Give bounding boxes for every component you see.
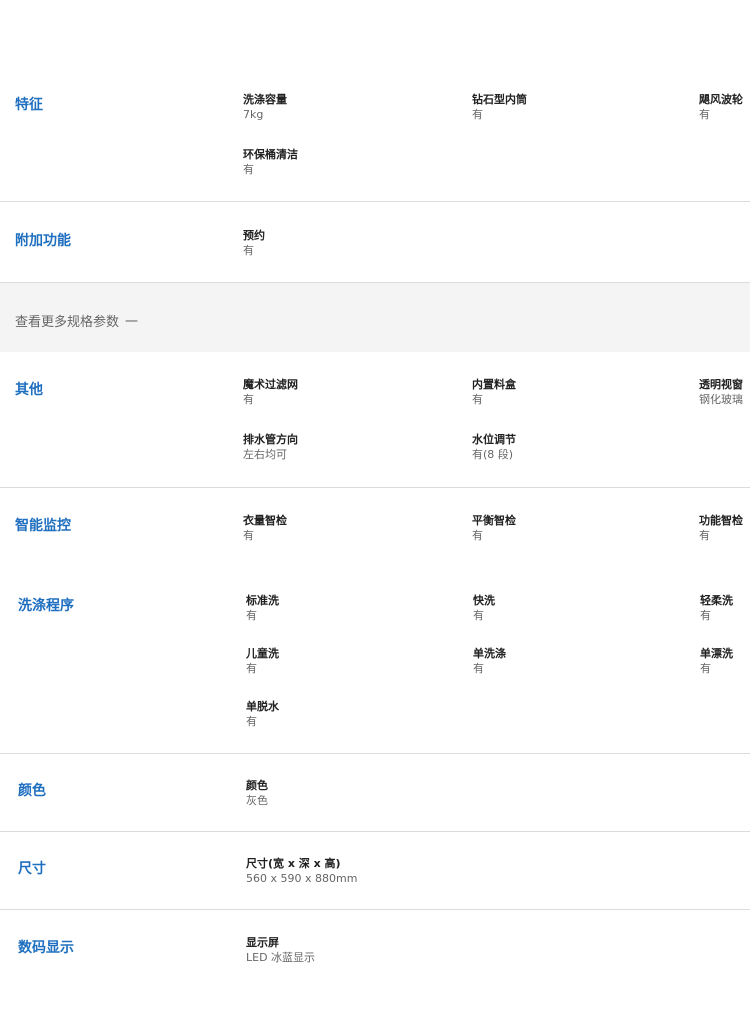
spec-label: 轻柔洗: [700, 594, 733, 607]
spec-value: 有: [472, 108, 483, 121]
section-title-smart: 智能监控: [15, 518, 71, 534]
spec-value: 有(8 段): [472, 448, 514, 461]
spec-value: 有: [700, 662, 711, 675]
spec-item: 快洗 有: [473, 594, 495, 623]
spec-label: 儿童洗: [246, 647, 279, 660]
section-divider: [0, 201, 750, 202]
spec-label: 预约: [243, 229, 265, 242]
spec-label: 单漂洗: [700, 647, 733, 660]
spec-item: 标准洗 有: [246, 594, 279, 623]
spec-label: 环保桶清洁: [243, 148, 298, 161]
section-title-display: 数码显示: [18, 940, 74, 956]
spec-value: 有: [246, 609, 257, 622]
spec-item: 洗涤容量 7kg: [243, 93, 287, 122]
section-title-features: 特征: [15, 97, 43, 113]
spec-value: 有: [246, 662, 257, 675]
spec-label: 排水管方向: [243, 433, 298, 446]
section-divider: [0, 487, 750, 488]
spec-value: 灰色: [246, 794, 268, 807]
spec-value: 7kg: [243, 108, 264, 121]
spec-label: 平衡智检: [472, 514, 516, 527]
collapse-icon[interactable]: 一: [125, 315, 138, 330]
spec-value: 有: [473, 609, 484, 622]
spec-label: 衣量智检: [243, 514, 287, 527]
spec-label: 标准洗: [246, 594, 279, 607]
spec-value: 有: [243, 244, 254, 257]
spec-item: 内置料盒 有: [472, 378, 516, 407]
spec-label: 透明视窗: [699, 378, 743, 391]
spec-label: 功能智检: [699, 514, 743, 527]
section-title-other: 其他: [15, 382, 43, 398]
section-divider: [0, 831, 750, 832]
spec-item: 颜色 灰色: [246, 779, 268, 808]
spec-item: 显示屏 LED 冰蓝显示: [246, 936, 315, 965]
spec-label: 水位调节: [472, 433, 516, 446]
spec-item: 平衡智检 有: [472, 514, 516, 543]
spec-value: 有: [246, 715, 257, 728]
spec-item: 环保桶清洁 有: [243, 148, 298, 177]
spec-label: 洗涤容量: [243, 93, 287, 106]
more-specs-toggle[interactable]: 查看更多规格参数一: [15, 311, 138, 330]
section-divider: [0, 753, 750, 754]
spec-value: 有: [472, 529, 483, 542]
spec-label: 飓风波轮: [699, 93, 743, 106]
spec-value: 560 x 590 x 880mm: [246, 872, 358, 885]
spec-value: 有: [473, 662, 484, 675]
more-specs-label: 查看更多规格参数: [15, 315, 120, 330]
spec-value: 有: [243, 163, 254, 176]
section-title-color: 颜色: [18, 783, 46, 799]
spec-label: 魔术过滤网: [243, 378, 298, 391]
spec-label: 单洗涤: [473, 647, 506, 660]
spec-item: 透明视窗 钢化玻璃: [699, 378, 743, 407]
spec-value: 有: [243, 393, 254, 406]
section-title-extra: 附加功能: [15, 233, 71, 249]
spec-item: 单洗涤 有: [473, 647, 506, 676]
spec-item: 轻柔洗 有: [700, 594, 733, 623]
spec-item: 儿童洗 有: [246, 647, 279, 676]
section-title-size: 尺寸: [18, 861, 46, 877]
spec-item: 钻石型内筒 有: [472, 93, 527, 122]
spec-item: 功能智检 有: [699, 514, 743, 543]
spec-item: 尺寸(宽 x 深 x 高) 560 x 590 x 880mm: [246, 857, 357, 886]
spec-item: 飓风波轮 有: [699, 93, 743, 122]
spec-label: 颜色: [246, 779, 268, 792]
spec-item: 单漂洗 有: [700, 647, 733, 676]
spec-value: 左右均可: [243, 448, 287, 461]
spec-item: 衣量智检 有: [243, 514, 287, 543]
spec-item: 水位调节 有(8 段): [472, 433, 516, 462]
spec-value: 有: [243, 529, 254, 542]
section-title-programs: 洗涤程序: [18, 598, 74, 614]
spec-item: 预约 有: [243, 229, 265, 258]
spec-value: 有: [699, 529, 710, 542]
spec-label: 显示屏: [246, 936, 279, 949]
section-divider: [0, 909, 750, 910]
spec-value: 有: [472, 393, 483, 406]
spec-label: 快洗: [473, 594, 495, 607]
spec-label: 单脱水: [246, 700, 279, 713]
spec-value: 有: [700, 609, 711, 622]
spec-item: 单脱水 有: [246, 700, 279, 729]
spec-label: 尺寸(宽 x 深 x 高): [246, 857, 341, 870]
spec-value: LED 冰蓝显示: [246, 951, 316, 964]
spec-label: 钻石型内筒: [472, 93, 527, 106]
spec-item: 排水管方向 左右均可: [243, 433, 298, 462]
spec-value: 钢化玻璃: [699, 393, 743, 406]
spec-value: 有: [699, 108, 710, 121]
spec-label: 内置料盒: [472, 378, 516, 391]
spec-item: 魔术过滤网 有: [243, 378, 298, 407]
